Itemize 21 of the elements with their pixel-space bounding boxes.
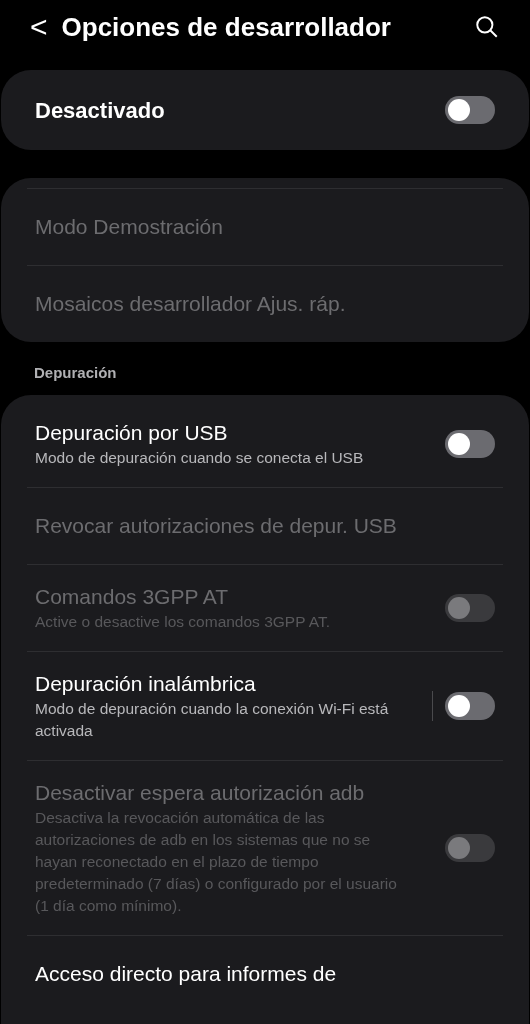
toggle-switch[interactable] xyxy=(445,691,495,720)
back-button[interactable]: < xyxy=(30,12,48,42)
setting-description: Desactiva la revocación automática de las autorizaciones de adb en los sistemas que no se hayan reconectado en el plazo de tiempo predeterminado (7 días) o configurado por el usuario (1 día como mínimo). xyxy=(35,807,398,916)
page-title: Opciones de desarrollador xyxy=(61,10,392,44)
setting-title: Depuración inalámbrica xyxy=(35,670,257,697)
search-icon[interactable] xyxy=(474,14,500,40)
master-switch-card[interactable]: Desactivado xyxy=(1,70,529,150)
toggle-switch[interactable] xyxy=(445,429,495,458)
setting-title: Depuración por USB xyxy=(35,419,229,446)
toggle-switch[interactable] xyxy=(445,96,495,124)
setting-description: Modo de depuración cuando la conexión Wi-Fi está activada xyxy=(35,698,390,741)
setting-title: Modo Demostración xyxy=(35,214,224,240)
setting-title: Desactivar espera autorización adb xyxy=(35,779,366,806)
setting-description: Modo de depuración cuando se conecta el USB xyxy=(35,447,365,468)
setting-title: Acceso directo para informes de xyxy=(35,960,338,987)
setting-description: Active o desactive los comandos 3GPP AT. xyxy=(35,611,331,632)
setting-title: Mosaicos desarrollador Ajus. ráp. xyxy=(35,291,347,317)
master-switch-label: Desactivado xyxy=(35,96,166,125)
setting-title: Comandos 3GPP AT xyxy=(35,583,229,610)
setting-title: Revocar autorizaciones de depur. USB xyxy=(35,512,398,539)
section-header: Depuración xyxy=(33,363,118,383)
